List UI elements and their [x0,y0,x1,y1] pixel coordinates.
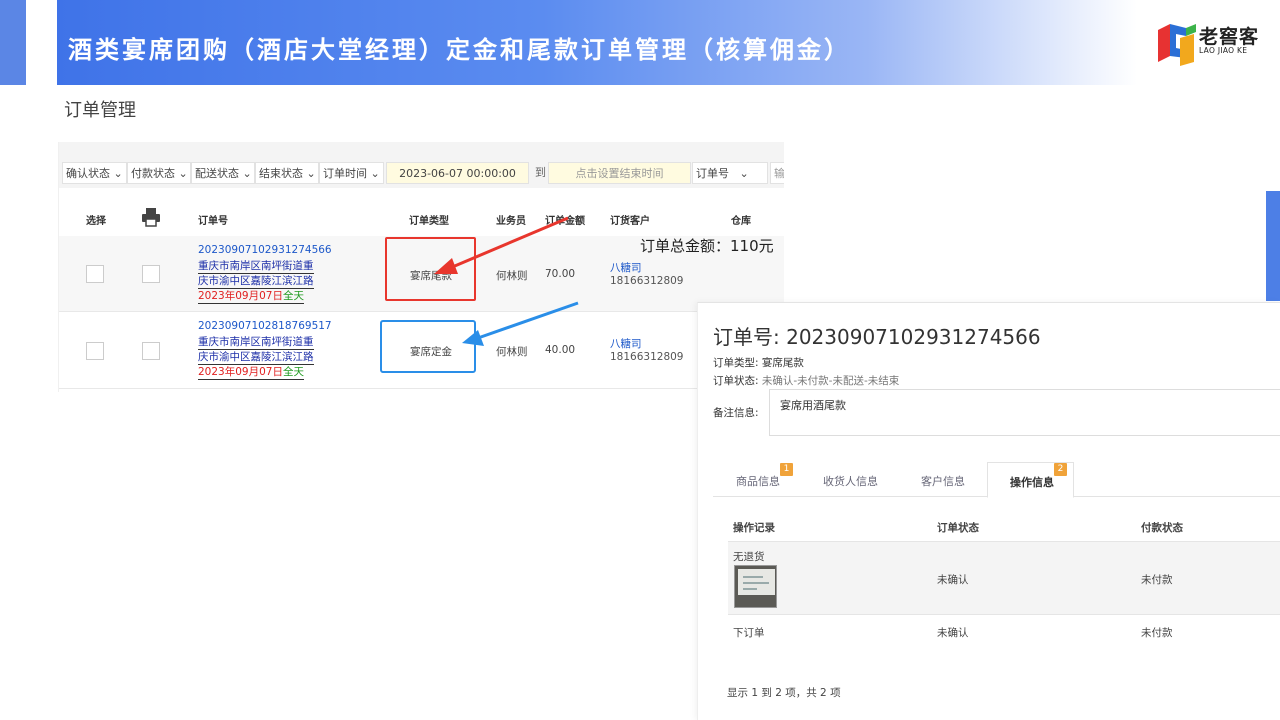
annotation-arrows [434,216,579,346]
red-arrow-icon [434,216,569,274]
blue-arrow-icon [462,301,579,346]
